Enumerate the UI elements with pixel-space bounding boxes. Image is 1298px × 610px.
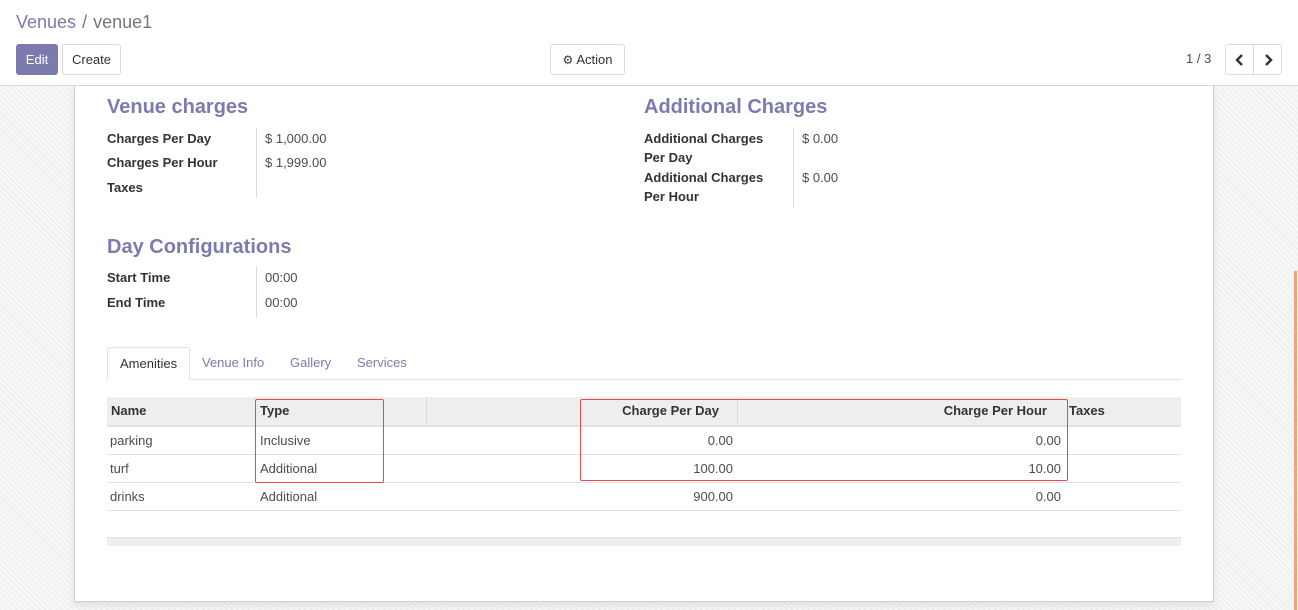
additional-per-hour-value: $ 0.00 [802,170,839,185]
action-label: Action [576,52,613,67]
cell-charge-per-hour: 10.00 [1028,461,1061,476]
additional-per-day-value: $ 0.00 [802,131,839,146]
table-row[interactable]: turf Additional 100.00 10.00 [107,455,1181,483]
tab-gallery[interactable]: Gallery [278,347,343,380]
breadcrumb-separator: / [82,12,88,32]
column-header-charge-per-day[interactable]: Charge Per Day [579,397,719,425]
cell-charge-per-day: 0.00 [707,433,733,448]
taxes-label: Taxes [107,180,143,195]
venue-charges-title: Venue charges [107,96,249,118]
column-header-charge-per-hour[interactable]: Charge Per Hour [907,397,1047,425]
cell-type: Inclusive [260,433,311,448]
field-divider [793,128,794,208]
start-time-label: Start Time [107,270,171,285]
create-button[interactable]: Create [62,44,121,75]
scrollbar-thumb[interactable] [1294,271,1297,610]
label-line: Per Hour [644,189,699,204]
charges-per-day-value: $ 1,000.00 [265,131,327,146]
charges-per-day-label: Charges Per Day [107,131,212,146]
pager-previous-button[interactable] [1225,44,1254,75]
tab-services[interactable]: Services [345,347,419,380]
label-line: Additional Charges [644,131,764,146]
column-header-type[interactable]: Type [260,397,289,425]
additional-per-hour-label: Additional Charges Per Hour [644,168,763,206]
breadcrumb-venues-link[interactable]: Venues [16,12,76,33]
column-header-taxes[interactable]: Taxes [1069,397,1105,425]
start-time-value: 00:00 [265,270,298,285]
chevron-left-icon [1234,53,1243,66]
day-configurations-title: Day Configurations [107,236,292,258]
cell-type: Additional [260,461,318,476]
tab-venue-info[interactable]: Venue Info [190,347,276,380]
column-divider [426,397,427,425]
cell-charge-per-day: 100.00 [693,461,733,476]
cell-name: drinks [110,489,145,504]
chevron-right-icon [1264,53,1273,66]
label-line: Additional Charges [644,170,764,185]
field-divider [256,267,257,317]
cell-charge-per-hour: 0.00 [1035,433,1061,448]
additional-charges-title: Additional Charges [644,96,828,118]
column-divider [737,397,738,425]
cell-name: parking [110,433,153,448]
cell-charge-per-day: 900.00 [693,489,733,504]
breadcrumb-current: venue1 [93,12,153,32]
control-panel: Venues / venue1 Edit Create ⚙ Action 1 / … [0,0,1298,86]
tab-amenities[interactable]: Amenities [107,347,191,380]
cell-type: Additional [260,489,318,504]
field-divider [256,128,257,197]
table-footer [107,537,1181,546]
table-header: Name Type Charge Per Day Charge Per Hour… [107,397,1181,427]
column-header-name[interactable]: Name [111,397,146,425]
additional-per-day-label: Additional Charges Per Day [644,129,763,167]
edit-button[interactable]: Edit [16,44,58,75]
charges-per-hour-label: Charges Per Hour [107,155,218,170]
gear-icon: ⚙ [562,53,574,67]
breadcrumb: Venues / venue1 [16,12,152,33]
end-time-label: End Time [107,295,166,310]
table-row[interactable]: parking Inclusive 0.00 0.00 [107,427,1181,455]
cell-name: turf [110,461,129,476]
label-line: Per Day [644,150,693,165]
cell-charge-per-hour: 0.00 [1035,489,1061,504]
pager-value[interactable]: 1 / 3 [1186,51,1211,66]
action-button[interactable]: ⚙ Action [550,44,625,75]
charges-per-hour-value: $ 1,999.00 [265,155,327,170]
end-time-value: 00:00 [265,295,298,310]
pager-next-button[interactable] [1253,44,1282,75]
table-row[interactable]: drinks Additional 900.00 0.00 [107,483,1181,511]
